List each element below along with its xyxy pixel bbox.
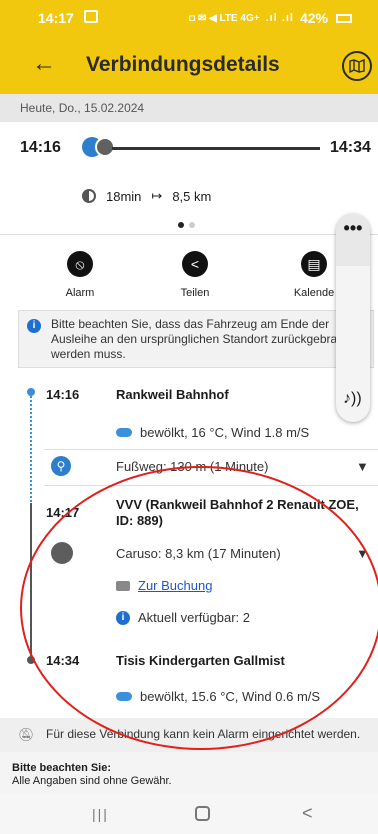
home-icon[interactable] [195,806,210,821]
walk-segment[interactable]: Fußweg: 130 m (1 Minute) [116,459,268,474]
battery-level: 42% [299,10,328,26]
return-notice: i Bitte beachten Sie, dass das Fahrzeug … [18,310,374,368]
availability-text: Aktuell verfügbar: 2 [138,610,251,625]
trip-duration: 18min [106,188,142,204]
alarm-button[interactable]: ⦸ Alarm [40,251,120,299]
distance-icon: ↦ [151,188,163,203]
trip-meta: 18min ↦ 8,5 km [82,188,211,204]
floating-toolbar[interactable]: ••• ♪)) [336,214,370,422]
alarm-unavailable-text: Für diese Verbindung kann kein Alarm ein… [46,727,361,741]
alarm-unavailable-note: 🔕︎ Für diese Verbindung kann kein Alarm … [0,718,378,752]
arrow-back-icon[interactable]: ← [32,50,56,78]
alarm-label: Alarm [65,287,95,299]
arrival-time: 14:34 [330,139,371,156]
alarm-off-icon: ⦸ [67,251,93,277]
end-node [27,656,35,664]
booking-icon [116,580,130,591]
car-pickup-time: 14:17 [46,505,80,520]
share-icon: < [182,251,208,277]
divider [44,485,378,486]
disclaimer-title: Bitte beachten Sie: [12,762,112,774]
booking-row[interactable]: Zur Buchung [116,578,212,593]
car-icon [51,542,73,564]
car-segment-detail[interactable]: Caruso: 8,3 km (17 Minuten) [116,546,281,561]
trip-distance: 8,5 km [172,188,212,204]
start-time: 14:16 [46,387,80,402]
connection-summary: 14:16 14:34 18min ↦ 8,5 km [0,122,378,234]
page-dot [189,222,195,228]
system-nav-bar: ||| < [0,794,378,834]
share-button[interactable]: < Teilen [155,251,235,299]
end-weather-text: bewölkt, 15.6 °C, Wind 0.6 m/S [140,689,321,704]
signal-icon: .ıl .ıl [265,12,294,24]
cloud-icon [116,692,132,701]
gallery-icon [84,10,98,23]
app-bar: ← Verbindungsdetails [0,34,378,94]
recents-icon[interactable]: ||| [92,806,109,822]
route-line [112,147,320,150]
calendar-icon: ▤ [301,251,327,277]
departure-time: 14:16 [20,139,61,156]
divider [44,449,378,450]
expand-walk-icon[interactable]: ▼ [356,459,369,474]
start-node [27,388,35,396]
car-pickup-name: VVV (Rankweil Bahnhof 2 Renault ZOE, ID:… [116,497,359,528]
status-bar: 14:17 ◘ ✉ ◀ LTE 4G+ .ıl .ıl 42% [0,0,378,34]
duration-icon [82,189,96,203]
end-weather: bewölkt, 15.6 °C, Wind 0.6 m/S [116,689,320,704]
walk-icon: ⚲ [51,456,71,476]
expand-car-icon[interactable]: ▼ [356,546,369,561]
car-segment-line [30,503,32,663]
start-weather: bewölkt, 16 °C, Wind 1.8 m/S [116,425,309,440]
info-icon: i [116,610,130,625]
nav-back-icon[interactable]: < [302,803,313,824]
disclaimer: Bitte beachten Sie: Alle Angaben sind oh… [0,752,378,794]
start-weather-text: bewölkt, 16 °C, Wind 1.8 m/S [140,425,310,440]
status-time: 14:17 [38,10,74,26]
return-notice-text: Bitte beachten Sie, dass das Fahrzeug am… [51,317,354,361]
map-icon[interactable] [342,51,372,81]
bell-off-icon: 🔕︎ [18,727,35,742]
status-indicators: ◘ ✉ ◀ LTE 4G+ .ıl .ıl 42% [189,10,352,26]
page-dot-active [178,222,184,228]
disclaimer-text: Alle Angaben sind ohne Gewähr. [12,775,172,787]
page-title: Verbindungsdetails [86,53,280,76]
end-stop-name: Tisis Kindergarten Gallmist [116,653,285,668]
audio-icon[interactable]: ♪)) [343,390,362,408]
battery-icon [336,13,352,23]
share-label: Teilen [180,287,210,299]
info-icon: i [27,319,41,333]
calendar-label: Kalende [293,287,335,299]
more-options-icon[interactable]: ••• [336,214,370,266]
end-time: 14:34 [46,653,80,668]
notification-icons: ◘ ✉ ◀ LTE 4G+ [189,12,260,24]
cloud-icon [116,428,132,437]
itinerary: 14:16 Rankweil Bahnhof bewölkt, 16 °C, W… [0,375,378,704]
date-header: Heute, Do., 15.02.2024 [0,94,378,122]
availability-row: i Aktuell verfügbar: 2 [116,610,250,625]
walk-segment-line [30,389,32,509]
booking-link[interactable]: Zur Buchung [138,578,212,593]
start-stop-name: Rankweil Bahnhof [116,387,229,402]
action-bar: ⦸ Alarm < Teilen ▤ Kalende [0,234,378,308]
page-indicator [178,222,195,228]
